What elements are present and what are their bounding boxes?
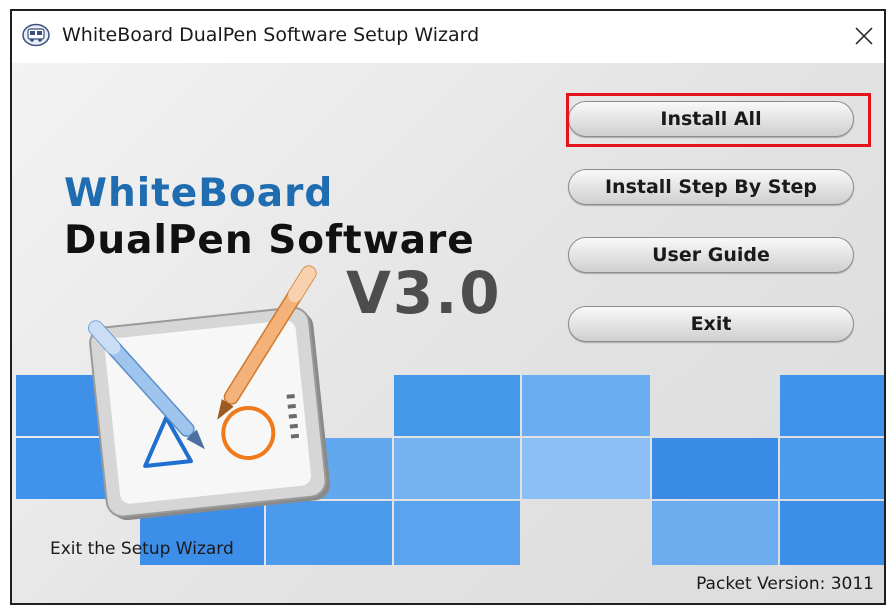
exit-button[interactable]: Exit [568,306,854,342]
product-name-line2: DualPen Software [64,218,475,263]
bus-icon [22,23,50,47]
packet-version: Packet Version: 3011 [696,574,874,594]
window-title: WhiteBoard DualPen Software Setup Wizard [62,24,480,46]
install-step-by-step-button[interactable]: Install Step By Step [568,169,854,205]
product-version: V3.0 [346,259,502,327]
wizard-body: WhiteBoard DualPen Software V3.0 Install… [12,63,884,603]
tablet-pens-logo [88,265,331,521]
setup-wizard-window: WhiteBoard DualPen Software Setup Wizard [10,9,886,605]
close-button[interactable] [844,11,884,61]
close-icon [855,27,873,45]
install-all-button[interactable]: Install All [568,101,854,137]
status-message: Exit the Setup Wizard [50,539,234,559]
user-guide-button[interactable]: User Guide [568,237,854,273]
product-name-line1: WhiteBoard [64,171,334,216]
title-bar[interactable]: WhiteBoard DualPen Software Setup Wizard [12,11,884,63]
